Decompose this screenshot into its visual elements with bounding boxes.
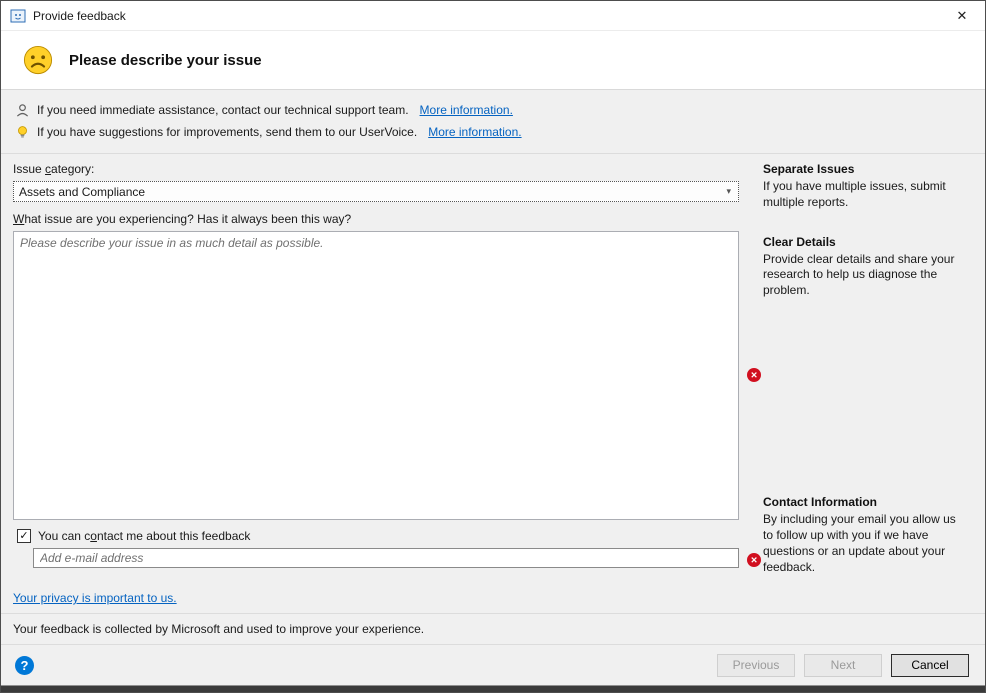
close-icon: ✕ xyxy=(957,8,968,23)
uservoice-notice-text: If you have suggestions for improvements… xyxy=(37,125,417,139)
provide-feedback-dialog: Provide feedback ✕ Please describe your … xyxy=(0,0,986,693)
contact-checkbox[interactable]: ✓ xyxy=(17,529,31,543)
close-button[interactable]: ✕ xyxy=(939,1,985,30)
cancel-button[interactable]: Cancel xyxy=(891,654,969,677)
contact-consent-row[interactable]: ✓ You can contact me about this feedback xyxy=(17,529,739,543)
app-icon xyxy=(10,8,26,24)
tip-contact-information: Contact Information By including your em… xyxy=(763,495,969,575)
support-notice: If you need immediate assistance, contac… xyxy=(15,99,985,121)
window-bottom-edge xyxy=(1,685,985,692)
issue-category-label: Issue category: xyxy=(13,162,739,177)
error-icon-issue: ✕ xyxy=(747,368,761,382)
tip-separate-issues: Separate Issues If you have multiple iss… xyxy=(763,162,969,211)
support-notice-text: If you need immediate assistance, contac… xyxy=(37,103,409,117)
disclaimer-text: Your feedback is collected by Microsoft … xyxy=(1,614,985,644)
next-button[interactable]: Next xyxy=(804,654,882,677)
issue-category-value: Assets and Compliance xyxy=(19,185,726,199)
tip-title: Contact Information xyxy=(763,495,969,509)
contact-checkbox-label: You can contact me about this feedback xyxy=(38,529,250,543)
window-title: Provide feedback xyxy=(33,9,126,23)
page-header: Please describe your issue xyxy=(1,31,985,90)
feedback-form: Issue category: Assets and Compliance ▾ … xyxy=(13,162,739,575)
titlebar[interactable]: Provide feedback ✕ xyxy=(1,1,985,31)
page-title: Please describe your issue xyxy=(69,52,262,69)
footer: ? Previous Next Cancel xyxy=(1,644,985,685)
previous-button[interactable]: Previous xyxy=(717,654,795,677)
tip-title: Clear Details xyxy=(763,235,969,249)
help-icon[interactable]: ? xyxy=(15,656,34,675)
sad-face-icon xyxy=(23,45,53,75)
lightbulb-icon xyxy=(15,125,30,140)
tip-body: By including your email you allow us to … xyxy=(763,512,969,575)
tip-body: If you have multiple issues, submit mult… xyxy=(763,179,969,211)
error-icon-email: ✕ xyxy=(747,553,761,567)
chevron-down-icon: ▾ xyxy=(726,187,731,196)
tip-title: Separate Issues xyxy=(763,162,969,176)
issue-category-combobox[interactable]: Assets and Compliance ▾ xyxy=(13,181,739,202)
footer-buttons: Previous Next Cancel xyxy=(717,654,969,677)
support-person-icon xyxy=(15,103,30,118)
main-content: Issue category: Assets and Compliance ▾ … xyxy=(1,154,985,575)
uservoice-more-info-link[interactable]: More information. xyxy=(428,125,521,139)
tip-body: Provide clear details and share your res… xyxy=(763,252,969,299)
support-more-info-link[interactable]: More information. xyxy=(420,103,513,117)
checkmark-icon: ✓ xyxy=(19,531,28,542)
issue-description-textarea[interactable] xyxy=(13,231,739,520)
dialog-body: If you need immediate assistance, contac… xyxy=(1,90,985,644)
tip-clear-details: Clear Details Provide clear details and … xyxy=(763,235,969,299)
tips-column: Separate Issues If you have multiple iss… xyxy=(763,162,969,575)
privacy-link[interactable]: Your privacy is important to us. xyxy=(13,591,177,605)
uservoice-notice: If you have suggestions for improvements… xyxy=(15,121,985,143)
issue-description-label: What issue are you experiencing? Has it … xyxy=(13,212,739,227)
notice-section: If you need immediate assistance, contac… xyxy=(1,90,985,154)
email-input[interactable] xyxy=(33,548,739,568)
